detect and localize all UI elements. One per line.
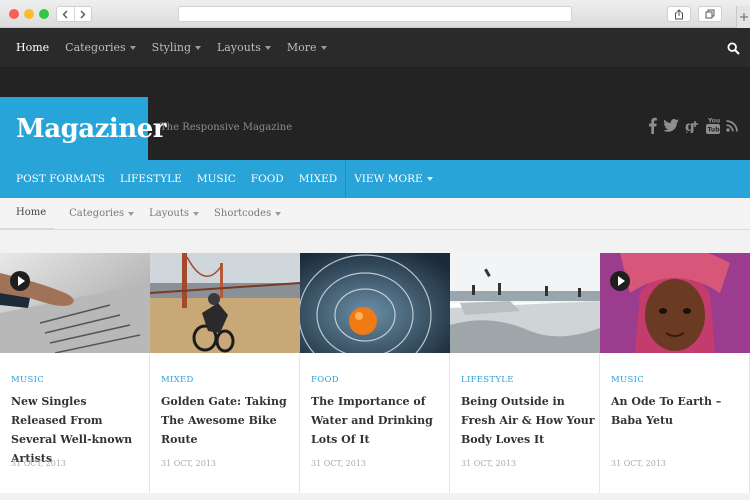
article-card[interactable]: LIFESTYLE Being Outside in Fresh Air & H… <box>450 253 600 493</box>
article-card[interactable]: FOOD The Importance of Water and Drinkin… <box>300 253 450 493</box>
article-title[interactable]: The Importance of Water and Drinking Lot… <box>311 392 445 449</box>
topnav-item-more[interactable]: More <box>287 41 327 54</box>
article-category[interactable]: LIFESTYLE <box>461 375 514 385</box>
article-title[interactable]: Being Outside in Fresh Air & How Your Bo… <box>461 392 595 449</box>
article-date: 31 OCT, 2013 <box>611 459 667 468</box>
article-category[interactable]: FOOD <box>311 375 339 385</box>
zoom-window-button[interactable] <box>39 9 49 19</box>
bluenav-item-lifestyle[interactable]: LIFESTYLE <box>120 173 182 185</box>
forward-button[interactable] <box>73 7 92 21</box>
share-icon <box>675 8 683 19</box>
share-button[interactable] <box>667 6 691 22</box>
caret-down-icon <box>264 45 271 50</box>
article-category[interactable]: MIXED <box>161 375 194 385</box>
article-date: 31 OCT, 2013 <box>311 459 367 468</box>
caret-down-icon <box>128 211 135 216</box>
subnav-item-categories[interactable]: Categories <box>69 198 135 230</box>
topnav-label: Home <box>16 41 50 54</box>
show-tabs-button[interactable] <box>698 6 722 22</box>
logo-link[interactable]: Magaziner <box>0 97 166 160</box>
bluenav-item-mixed[interactable]: MIXED <box>299 173 337 185</box>
facebook-icon[interactable] <box>648 117 657 134</box>
nav-divider <box>345 160 347 198</box>
chevron-right-icon <box>80 10 86 18</box>
play-triangle <box>17 276 25 286</box>
rss-icon[interactable] <box>726 119 738 132</box>
tabs-icon <box>705 9 715 19</box>
caret-down-icon <box>426 177 433 181</box>
article-thumbnail-golden-gate[interactable] <box>150 253 300 353</box>
topnav-label: Layouts <box>217 41 261 54</box>
minimize-window-button[interactable] <box>24 9 34 19</box>
svg-text:You: You <box>707 118 720 125</box>
history-nav <box>56 6 92 22</box>
browser-toolbar <box>0 0 750 28</box>
article-card[interactable]: MUSIC New Singles Released From Several … <box>0 253 150 493</box>
secondary-navigation: Home Categories Layouts Shortcodes <box>0 198 750 230</box>
article-date: 31 OCT, 2013 <box>11 459 67 468</box>
site-tagline: The Responsive Magazine <box>160 122 293 133</box>
plus-icon <box>739 13 748 21</box>
article-card[interactable]: MUSIC An Ode To Earth – Baba Yetu 31 OCT… <box>600 253 750 493</box>
back-button[interactable] <box>57 7 74 21</box>
twitter-icon[interactable] <box>663 119 679 132</box>
article-thumbnail-mixing-desk[interactable] <box>0 253 150 353</box>
caret-down-icon <box>129 45 136 50</box>
topnav-item-categories[interactable]: Categories <box>65 41 136 54</box>
google-plus-icon[interactable]: g <box>685 118 700 133</box>
chevron-left-icon <box>62 10 68 18</box>
subnav-label: Categories <box>69 208 125 219</box>
bluenav-item-post-formats[interactable]: POST FORMATS <box>16 173 105 185</box>
subnav-item-layouts[interactable]: Layouts <box>149 198 200 230</box>
featured-articles: MUSIC New Singles Released From Several … <box>0 253 750 493</box>
article-thumbnail-orange-water[interactable] <box>300 253 450 353</box>
top-navigation: Home Categories Styling Layouts More <box>0 28 750 67</box>
subnav-label: Shortcodes <box>214 208 272 219</box>
article-title[interactable]: Golden Gate: Taking The Awesome Bike Rou… <box>161 392 295 449</box>
article-title[interactable]: New Singles Released From Several Well-k… <box>11 392 145 468</box>
topnav-label: Categories <box>65 41 126 54</box>
topnav-item-layouts[interactable]: Layouts <box>217 41 271 54</box>
svg-text:g: g <box>685 119 695 133</box>
topnav-label: More <box>286 41 317 54</box>
close-window-button[interactable] <box>9 9 19 19</box>
new-tab-button[interactable] <box>736 6 750 28</box>
topnav-item-home[interactable]: Home <box>16 41 49 54</box>
youtube-icon[interactable]: You Tube <box>706 117 720 134</box>
site-header: Magaziner The Responsive Magazine g You T… <box>0 67 750 160</box>
article-date: 31 OCT, 2013 <box>161 459 217 468</box>
site-logo: Magaziner <box>16 113 166 144</box>
social-links: g You Tube <box>642 117 738 134</box>
topnav-item-styling[interactable]: Styling <box>152 41 201 54</box>
caret-down-icon <box>193 211 200 216</box>
play-triangle <box>617 276 625 286</box>
subnav-item-shortcodes[interactable]: Shortcodes <box>214 198 282 230</box>
bluenav-item-food[interactable]: FOOD <box>251 173 284 185</box>
article-thumbnail-portrait[interactable] <box>600 253 750 353</box>
article-card[interactable]: MIXED Golden Gate: Taking The Awesome Bi… <box>150 253 300 493</box>
article-thumbnail-skatepark[interactable] <box>450 253 600 353</box>
category-navigation: POST FORMATS LIFESTYLE MUSIC FOOD MIXED … <box>0 160 750 198</box>
caret-down-icon <box>320 45 327 50</box>
play-icon[interactable] <box>610 271 630 291</box>
bluenav-item-music[interactable]: MUSIC <box>197 173 236 185</box>
bluenav-item-view-more[interactable]: VIEW MORE <box>354 173 433 185</box>
view-more-label: VIEW MORE <box>354 173 423 185</box>
subnav-item-home[interactable]: Home <box>0 198 55 230</box>
topnav-label: Styling <box>151 41 191 54</box>
article-title[interactable]: An Ode To Earth – Baba Yetu <box>611 392 745 430</box>
article-date: 31 OCT, 2013 <box>461 459 517 468</box>
address-bar[interactable] <box>178 6 572 22</box>
caret-down-icon <box>275 211 282 216</box>
search-icon[interactable] <box>727 40 740 59</box>
article-category[interactable]: MUSIC <box>11 375 44 385</box>
subnav-label: Layouts <box>149 208 190 219</box>
svg-text:Tube: Tube <box>708 127 721 134</box>
play-icon[interactable] <box>10 271 30 291</box>
caret-down-icon <box>195 45 201 50</box>
article-category[interactable]: MUSIC <box>611 375 644 385</box>
